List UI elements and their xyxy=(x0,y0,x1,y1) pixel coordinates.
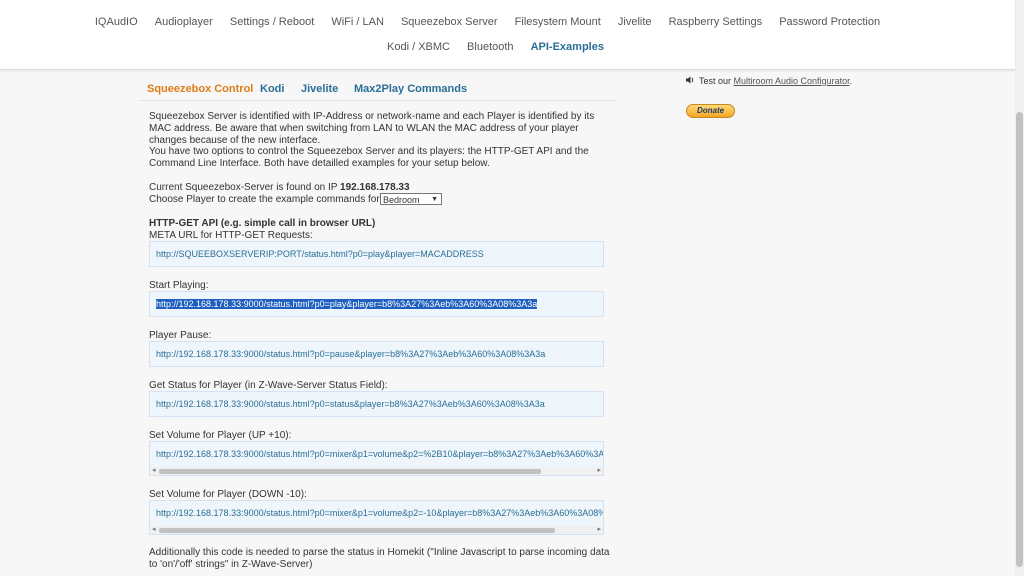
nav-item-kodi-xbmc[interactable]: Kodi / XBMC xyxy=(387,41,450,53)
command-label-get-status: Get Status for Player (in Z-Wave-Server … xyxy=(149,380,388,391)
tab-max2play-commands[interactable]: Max2Play Commands xyxy=(354,83,467,95)
server-ip-line: Current Squeezebox-Server is found on IP… xyxy=(149,182,410,193)
nav-item-bluetooth[interactable]: Bluetooth xyxy=(467,41,513,53)
volume-up-url-text: http://192.168.178.33:9000/status.html?p… xyxy=(156,449,604,459)
command-label-start-playing: Start Playing: xyxy=(149,280,209,291)
speaker-icon xyxy=(686,76,696,86)
sidebar-test-line: Test our Multiroom Audio Configurator. xyxy=(686,76,852,86)
multiroom-configurator-link[interactable]: Multiroom Audio Configurator xyxy=(734,76,850,86)
get-status-url-field[interactable]: http://192.168.178.33:9000/status.html?p… xyxy=(149,391,604,417)
tab-squeezebox-control[interactable]: Squeezebox Control xyxy=(147,83,253,95)
volume-down-hscroll-thumb[interactable] xyxy=(159,528,555,533)
volume-up-url-field[interactable]: http://192.168.178.33:9000/status.html?p… xyxy=(149,441,604,476)
nav-item-wifi-lan[interactable]: WiFi / LAN xyxy=(331,16,384,28)
nav-item-audioplayer[interactable]: Audioplayer xyxy=(155,16,213,28)
player-pause-url-text: http://192.168.178.33:9000/status.html?p… xyxy=(156,349,546,359)
scroll-right-icon[interactable]: ▸ xyxy=(597,466,601,475)
volume-down-hscrollbar[interactable]: ◂ ▸ xyxy=(150,526,603,534)
server-ip-value: 192.168.178.33 xyxy=(340,182,410,193)
top-navigation: IQAudIO Audioplayer Settings / Reboot Wi… xyxy=(0,0,1015,70)
volume-up-hscrollbar[interactable]: ◂ ▸ xyxy=(150,467,603,475)
scroll-left-icon[interactable]: ◂ xyxy=(152,525,156,534)
intro-paragraph-1: Squeezebox Server is identified with IP-… xyxy=(149,111,595,146)
page-scrollbar[interactable] xyxy=(1015,0,1024,576)
volume-down-url-text: http://192.168.178.33:9000/status.html?p… xyxy=(156,508,604,518)
nav-item-iqaudio[interactable]: IQAudIO xyxy=(95,16,138,28)
nav-item-filesystem-mount[interactable]: Filesystem Mount xyxy=(515,16,601,28)
nav-item-api-examples[interactable]: API-Examples xyxy=(531,41,604,53)
command-label-player-pause: Player Pause: xyxy=(149,330,212,341)
meta-url-field[interactable]: http://SQUEEBOXSERVERIP:PORT/status.html… xyxy=(149,241,604,267)
test-suffix: . xyxy=(849,76,853,86)
player-select-value: Bedroom xyxy=(383,195,420,205)
nav-item-settings-reboot[interactable]: Settings / Reboot xyxy=(230,16,314,28)
get-status-url-text: http://192.168.178.33:9000/status.html?p… xyxy=(156,399,545,409)
donate-button[interactable]: Donate xyxy=(686,104,735,118)
meta-url-text: http://SQUEEBOXSERVERIP:PORT/status.html… xyxy=(156,249,484,259)
nav-item-squeezebox-server[interactable]: Squeezebox Server xyxy=(401,16,498,28)
http-api-heading: HTTP-GET API (e.g. simple call in browse… xyxy=(149,218,376,229)
start-playing-url-field[interactable]: http://192.168.178.33:9000/status.html?p… xyxy=(149,291,604,317)
server-ip-prefix: Current Squeezebox-Server is found on IP xyxy=(149,182,341,193)
command-label-volume-up: Set Volume for Player (UP +10): xyxy=(149,430,292,441)
start-playing-url-text: http://192.168.178.33:9000/status.html?p… xyxy=(156,299,538,309)
nav-item-raspberry-settings[interactable]: Raspberry Settings xyxy=(669,16,763,28)
scroll-left-icon[interactable]: ◂ xyxy=(152,466,156,475)
choose-player-label: Choose Player to create the example comm… xyxy=(149,194,383,205)
meta-url-label: META URL for HTTP-GET Requests: xyxy=(149,230,313,241)
player-select[interactable]: Bedroom ▼ xyxy=(380,193,442,205)
volume-up-hscroll-thumb[interactable] xyxy=(159,469,541,474)
command-label-volume-down: Set Volume for Player (DOWN -10): xyxy=(149,489,307,500)
intro-paragraph-2: You have two options to control the Sque… xyxy=(149,146,589,169)
scrollbar-thumb[interactable] xyxy=(1016,112,1023,567)
nav-row-2: Kodi / XBMC Bluetooth API-Examples xyxy=(0,41,1003,53)
homekit-note: Additionally this code is needed to pars… xyxy=(149,547,610,570)
nav-item-jivelite[interactable]: Jivelite xyxy=(618,16,652,28)
tab-kodi[interactable]: Kodi xyxy=(260,83,284,95)
api-tabs: Squeezebox Control Kodi Jivelite Max2Pla… xyxy=(139,83,617,101)
player-pause-url-field[interactable]: http://192.168.178.33:9000/status.html?p… xyxy=(149,341,604,367)
tab-jivelite[interactable]: Jivelite xyxy=(301,83,338,95)
nav-item-password-protection[interactable]: Password Protection xyxy=(779,16,880,28)
test-prefix: Test our xyxy=(699,76,734,86)
volume-down-url-field[interactable]: http://192.168.178.33:9000/status.html?p… xyxy=(149,500,604,535)
chevron-down-icon: ▼ xyxy=(431,196,438,203)
nav-row-1: IQAudIO Audioplayer Settings / Reboot Wi… xyxy=(0,16,995,28)
scroll-right-icon[interactable]: ▸ xyxy=(597,525,601,534)
